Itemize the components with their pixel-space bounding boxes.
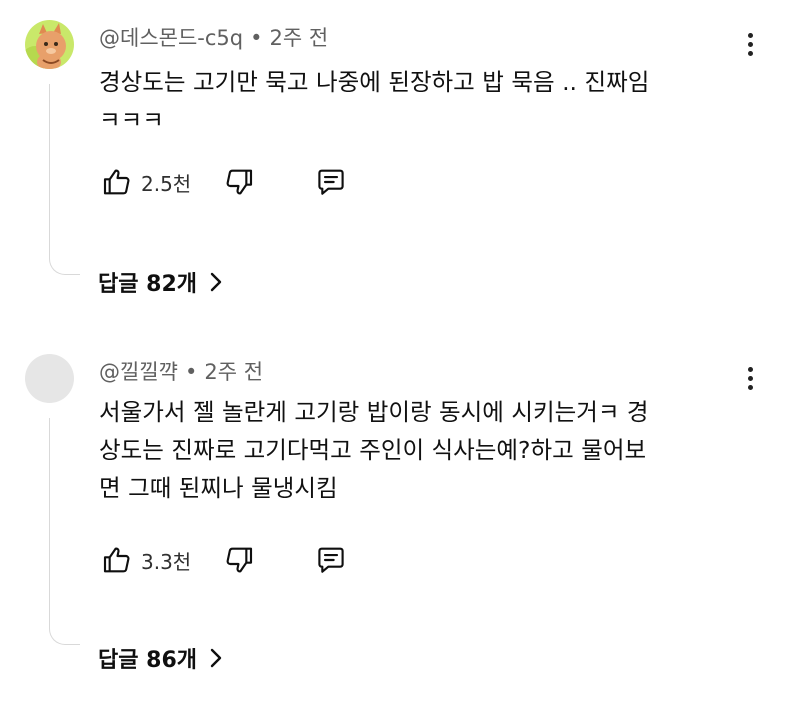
like-button[interactable] [97, 540, 137, 580]
separator-dot: • [250, 26, 263, 50]
comment-text-line: 면 그때 된찌나 물냉시킴 [99, 474, 338, 502]
thumbs-up-icon [103, 169, 130, 195]
reply-button[interactable] [311, 540, 351, 580]
reply-thread-line [49, 84, 80, 275]
dislike-button[interactable] [219, 540, 259, 580]
reply-button[interactable] [311, 162, 351, 202]
replies-count-label: 답글 82개 [98, 272, 197, 297]
comment-time: 2주 전 [204, 360, 264, 384]
comment-actions: 2.5천 [97, 162, 351, 202]
thumbs-down-icon [226, 547, 253, 573]
comment-text: 서울가서 젤 놀란게 고기랑 밥이랑 동시에 시키는거ㅋ 경 상도는 진짜로 고… [99, 393, 739, 507]
chevron-right-icon [209, 271, 223, 293]
comment-time: 2주 전 [269, 26, 329, 50]
comment-text-line: 경상도는 고기만 묵고 나중에 된장하고 밥 묵음 .. 진짜임 [99, 68, 650, 96]
comment-item: @낄낄꺅 • 2주 전 서울가서 젤 놀란게 고기랑 밥이랑 동시에 시키는거ㅋ 경… [0, 334, 800, 684]
like-count: 3.3천 [141, 549, 192, 574]
reply-comment-icon [318, 169, 344, 195]
comment-actions: 3.3천 [97, 540, 351, 580]
more-vertical-icon[interactable] [740, 30, 760, 64]
reply-thread-line [49, 418, 80, 645]
comment-text-line: ㅋㅋㅋ [99, 106, 164, 134]
comment-author[interactable]: @데스몬드-c5q [99, 26, 243, 50]
comment-text: 경상도는 고기만 묵고 나중에 된장하고 밥 묵음 .. 진짜임 ㅋㅋㅋ [99, 63, 739, 139]
chevron-right-icon [209, 647, 223, 669]
like-button[interactable] [97, 162, 137, 202]
view-replies-button[interactable]: 답글 82개 [98, 266, 223, 298]
more-vertical-icon[interactable] [740, 364, 760, 398]
reply-comment-icon [318, 547, 344, 573]
comment-text-line: 서울가서 젤 놀란게 고기랑 밥이랑 동시에 시키는거ㅋ 경 [99, 398, 649, 426]
dislike-button[interactable] [219, 162, 259, 202]
avatar[interactable] [25, 20, 74, 69]
comment-meta: @낄낄꺅 • 2주 전 [99, 356, 263, 386]
separator-dot: • [184, 360, 198, 384]
comment-text-line: 상도는 진짜로 고기다먹고 주인이 식사는예?하고 물어보 [99, 436, 647, 464]
replies-count-label: 답글 86개 [98, 648, 197, 673]
comment-meta: @데스몬드-c5q • 2주 전 [99, 22, 328, 52]
avatar[interactable] [25, 354, 74, 403]
thumbs-down-icon [226, 169, 253, 195]
comment-author[interactable]: @낄낄꺅 [99, 360, 178, 384]
thumbs-up-icon [103, 547, 130, 573]
avatar-image [25, 20, 74, 69]
view-replies-button[interactable]: 답글 86개 [98, 642, 223, 674]
like-count: 2.5천 [141, 171, 192, 196]
comment-item: @데스몬드-c5q • 2주 전 경상도는 고기만 묵고 나중에 된장하고 밥 묵음… [0, 0, 800, 350]
